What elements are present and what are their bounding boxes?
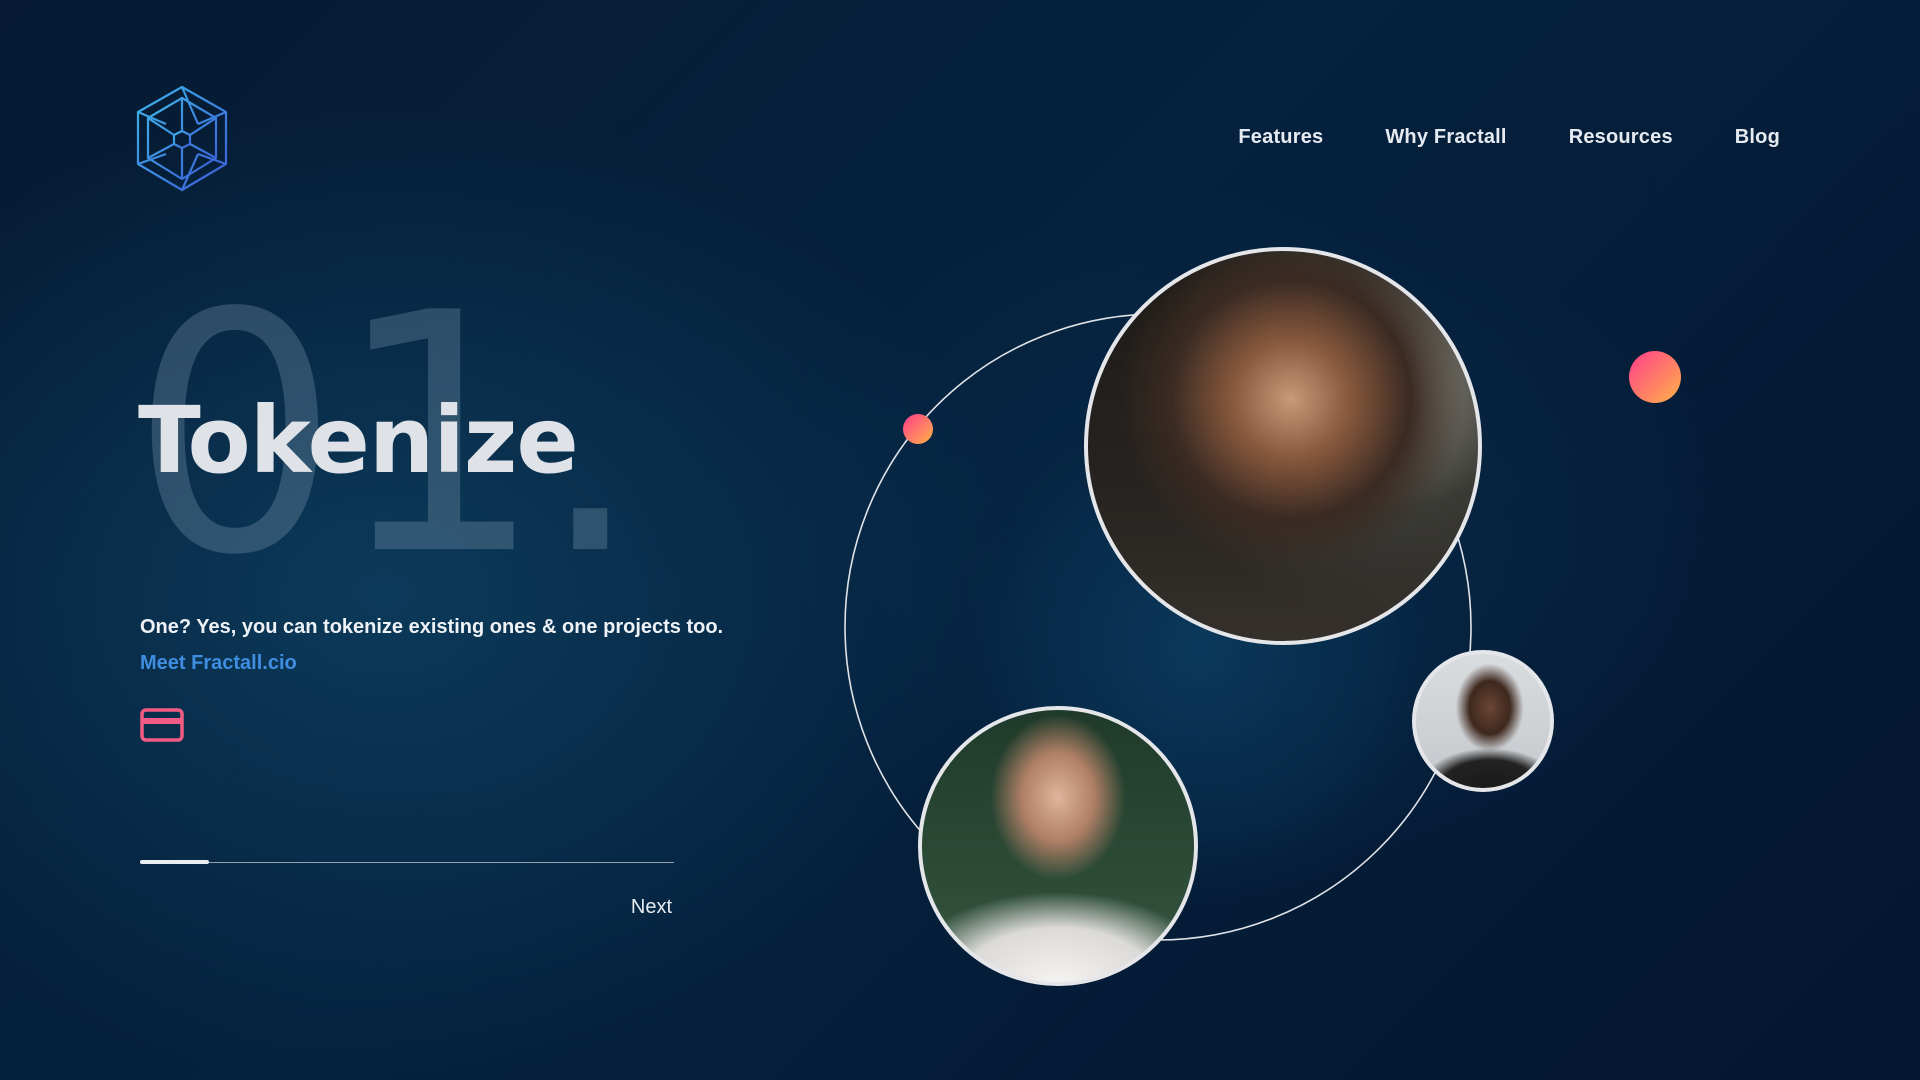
nav-item-blog[interactable]: Blog xyxy=(1735,126,1780,149)
orbit-dot-small xyxy=(903,414,933,444)
hexagon-logo-icon[interactable] xyxy=(134,84,230,194)
slide-progress-fill xyxy=(140,860,210,864)
hero-subtitle: One? Yes, you can tokenize existing ones… xyxy=(140,616,724,638)
slide-progress-track xyxy=(140,860,674,864)
credit-card-icon xyxy=(140,708,184,742)
main-nav: Features Why Fractall Resources Blog xyxy=(1238,126,1780,149)
nav-item-features[interactable]: Features xyxy=(1238,126,1323,149)
nav-item-resources[interactable]: Resources xyxy=(1569,126,1673,149)
avatar-woman-white-sweater xyxy=(918,706,1198,986)
hero-title: Tokenize xyxy=(138,387,579,494)
avatar-woman-shadow xyxy=(1084,247,1482,645)
meet-fractall-link[interactable]: Meet Fractall.cio xyxy=(140,652,297,675)
orbit-dot-large xyxy=(1629,351,1681,403)
next-button[interactable]: Next xyxy=(631,896,672,919)
avatar-man-turtleneck xyxy=(1412,650,1554,792)
nav-item-why-fractall[interactable]: Why Fractall xyxy=(1385,126,1506,149)
